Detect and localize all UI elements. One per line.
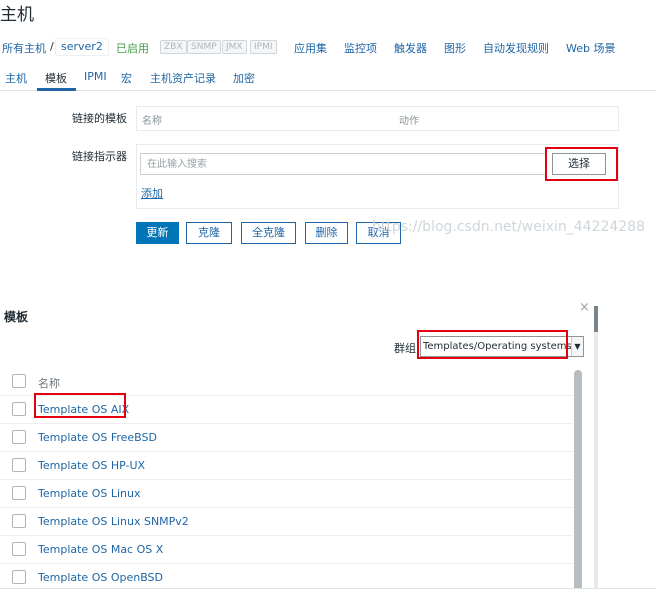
list-item: Template OS HP-UX [0,452,574,480]
nav-discovery-rules[interactable]: 自动发现规则 [483,40,549,56]
linked-col-name: 名称 [142,116,162,127]
availability-ipmi: IPMI [250,40,277,54]
template-search-input[interactable] [140,153,546,175]
delete-button[interactable]: 删除 [305,222,348,244]
breadcrumb-all-hosts[interactable]: 所有主机 [2,40,46,56]
nav-triggers[interactable]: 触发器 [394,40,427,56]
template-link[interactable]: Template OS Linux SNMPv2 [38,515,189,528]
breadcrumb-host[interactable]: server2 [55,38,109,56]
availability-zbx: ZBX [160,40,187,54]
availability-snmp: SNMP [187,40,221,54]
template-checkbox[interactable] [12,542,26,556]
group-label: 群组 [394,342,416,355]
template-link[interactable]: Template OS Mac OS X [38,543,163,556]
popup-scrollbar-track[interactable] [594,306,598,598]
header-name: 名称 [38,377,60,390]
template-checkbox[interactable] [12,514,26,528]
list-scrollbar-thumb[interactable] [574,370,582,598]
template-link[interactable]: Template OS OpenBSD [38,571,163,584]
list-item: Template OS FreeBSD [0,424,574,452]
update-button[interactable]: 更新 [136,222,179,244]
template-checkbox[interactable] [12,430,26,444]
highlight-template-aix [34,393,126,418]
active-tab-indicator [37,88,76,91]
list-item: Template OS Linux SNMPv2 [0,508,574,536]
availability-jmx: JMX [222,40,247,54]
nav-items[interactable]: 监控项 [344,40,377,56]
breadcrumb-separator: / [50,40,54,53]
template-checkbox[interactable] [12,458,26,472]
list-header: 名称 [0,368,574,396]
tab-templates[interactable]: 模板 [45,70,67,86]
linked-templates-label: 链接的模板 [72,112,127,125]
full-clone-button[interactable]: 全克隆 [241,222,296,244]
select-all-checkbox[interactable] [12,374,26,388]
popup-title: 模板 [4,310,29,324]
page-title: 主机 [0,5,34,25]
nav-applications[interactable]: 应用集 [294,40,327,56]
chevron-down-icon: ▼ [571,337,583,356]
list-item: Template OS Mac OS X [0,536,574,564]
nav-web-scenarios[interactable]: Web 场景 [566,40,615,56]
list-item: Template OS Linux [0,480,574,508]
nav-graphs[interactable]: 图形 [444,40,466,56]
host-nav: 所有主机 / server2 已启用 ZBX SNMP JMX IPMI 应用集… [0,36,656,60]
close-icon[interactable]: × [579,300,590,315]
tab-encryption[interactable]: 加密 [233,70,255,86]
status-badge[interactable]: 已启用 [116,40,149,56]
template-checkbox[interactable] [12,486,26,500]
watermark: https://blog.csdn.net/weixin_44224288 [372,219,646,235]
tab-host[interactable]: 主机 [5,70,27,86]
highlight-group-select [417,330,568,359]
linked-col-action: 动作 [399,116,419,127]
template-checkbox[interactable] [12,570,26,584]
bottom-bar [0,588,656,598]
tab-ipmi[interactable]: IPMI [84,70,107,83]
add-link[interactable]: 添加 [141,185,163,201]
tab-bar: 主机 模板 IPMI 宏 主机资产记录 加密 [0,66,656,91]
link-indicator-label: 链接指示器 [72,150,127,163]
tab-macros[interactable]: 宏 [121,70,132,86]
highlight-select-button [545,147,618,181]
tab-inventory[interactable]: 主机资产记录 [150,70,216,86]
clone-button[interactable]: 克隆 [186,222,232,244]
template-link[interactable]: Template OS FreeBSD [38,431,157,444]
linked-templates-table: 名称 动作 [136,106,619,131]
template-link[interactable]: Template OS Linux [38,487,140,500]
template-checkbox[interactable] [12,402,26,416]
popup-scrollbar-thumb[interactable] [594,306,598,332]
template-link[interactable]: Template OS HP-UX [38,459,145,472]
